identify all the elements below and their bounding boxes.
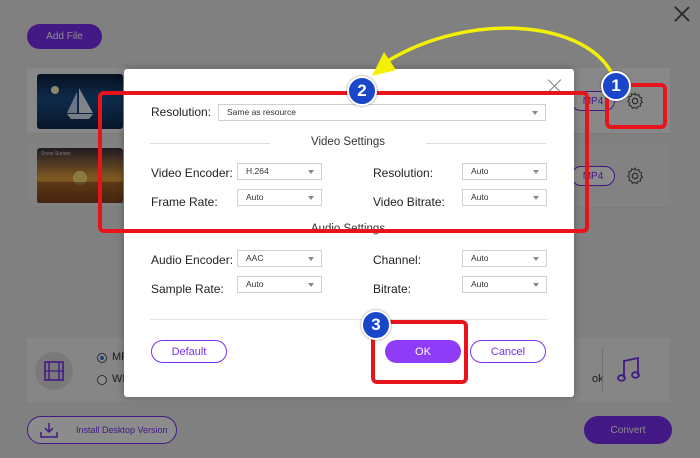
chevron-down-icon — [308, 283, 314, 287]
default-button[interactable]: Default — [151, 340, 227, 363]
step-badge: 2 — [347, 76, 377, 106]
sample-rate-select[interactable]: Auto — [237, 276, 322, 293]
sample-rate-label: Sample Rate: — [151, 282, 224, 296]
audio-encoder-select[interactable]: AAC — [237, 250, 322, 267]
cancel-button[interactable]: Cancel — [470, 340, 546, 363]
channel-label: Channel: — [373, 253, 422, 267]
chevron-down-icon — [533, 257, 539, 261]
chevron-down-icon — [308, 257, 314, 261]
sample-rate-value: Auto — [246, 279, 264, 289]
divider — [150, 319, 548, 320]
chevron-down-icon — [533, 283, 539, 287]
step-badge: 1 — [601, 71, 631, 101]
audio-bitrate-label: Bitrate: — [373, 282, 412, 296]
highlight-settings-box — [98, 91, 589, 233]
audio-encoder-value: AAC — [246, 253, 264, 263]
step-badge: 3 — [361, 310, 391, 340]
audio-encoder-label: Audio Encoder: — [151, 253, 234, 267]
audio-bitrate-select[interactable]: Auto — [462, 276, 547, 293]
channel-select[interactable]: Auto — [462, 250, 547, 267]
channel-value: Auto — [471, 253, 489, 263]
audio-bitrate-value: Auto — [471, 279, 489, 289]
